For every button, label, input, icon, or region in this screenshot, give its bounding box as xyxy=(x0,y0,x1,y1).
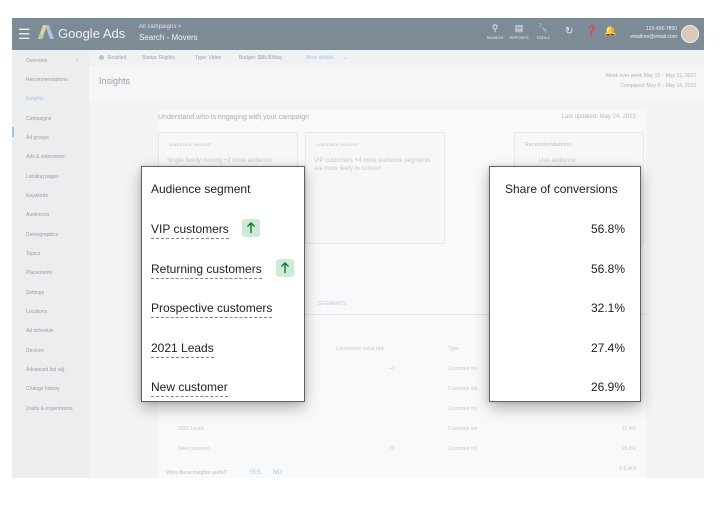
trend-up-badge xyxy=(276,259,294,277)
sidebar-item-advanced-bid-adj[interactable]: Advanced bid adj. xyxy=(26,367,66,373)
feedback-yes-button[interactable]: YES xyxy=(249,470,261,476)
pagination: 1-5 of 5 xyxy=(619,466,636,472)
insight-kicker: AUDIENCE INSIGHT xyxy=(169,142,212,147)
audience-segment-header: Audience segment xyxy=(151,182,251,196)
segment-returning-customers[interactable]: Returning customers xyxy=(151,262,262,279)
sidebar-item-locations[interactable]: Locations xyxy=(26,309,47,315)
home-icon: ⌂ xyxy=(76,57,80,63)
sidebar-item-demographics[interactable]: Demographics xyxy=(26,232,58,238)
sidebar-item-placements[interactable]: Placements xyxy=(26,270,52,276)
recommendations-title: Recommendations xyxy=(525,142,572,148)
sidebar-item-topics[interactable]: Topics xyxy=(26,251,40,257)
share-value: 27.4% xyxy=(590,341,625,355)
campaign-type: Type: Video xyxy=(195,55,222,61)
share-of-conversions-header: Share of conversions xyxy=(505,182,618,196)
arrow-up-icon xyxy=(247,222,255,233)
chevron-down-icon: ⌄ xyxy=(343,55,348,61)
sidebar-item-overview[interactable]: Overview xyxy=(26,58,47,64)
tab-segments[interactable]: SEGMENTS xyxy=(318,301,346,307)
last-updated: Last updated: May 24, 2022 xyxy=(561,114,636,120)
campaign-status: Enabled xyxy=(108,55,127,61)
column-header: Conversion value rate xyxy=(336,346,385,352)
section-title: Understand who is engaging with your cam… xyxy=(158,114,309,121)
help-icon[interactable]: ❓ xyxy=(585,26,597,37)
reports-icon: ▤ xyxy=(514,23,524,33)
page-header: Insights Week over week May 15 – May 21,… xyxy=(89,66,704,100)
sidebar-item-settings[interactable]: Settings xyxy=(26,290,44,296)
insight-text: VIP customers +4 more audience segments … xyxy=(314,158,431,172)
sidebar-item-landing-pages[interactable]: Landing pages xyxy=(26,174,59,180)
sidebar-item-keywords[interactable]: Keywords xyxy=(26,193,48,199)
audience-insight-card[interactable]: AUDIENCE INSIGHT VIP customers +4 more a… xyxy=(305,132,445,244)
campaign-status-bar: Enabled Status: Eligible Type: Video Bud… xyxy=(89,50,704,66)
sidebar-item-recommendations[interactable]: Recommendations xyxy=(26,77,68,83)
date-range: Week over week May 15 – May 21, 2022 xyxy=(605,73,696,79)
campaign-status-detail: Status: Eligible xyxy=(142,55,176,61)
breadcrumb-current[interactable]: Search - Movers xyxy=(139,33,198,42)
share-value: 26.9% xyxy=(590,380,625,394)
feedback-no-button[interactable]: NO xyxy=(273,470,282,476)
audience-segment-panel: Audience segment VIP customers Returning… xyxy=(141,166,305,402)
share-value: 56.8% xyxy=(590,222,625,236)
column-header: Type xyxy=(448,346,459,352)
sidebar-item-campaigns[interactable]: Campaigns xyxy=(26,116,51,122)
account-email: emailme@email.com xyxy=(630,34,677,40)
segment-vip-customers[interactable]: VIP customers xyxy=(151,222,229,239)
sidebar-item-devices[interactable]: Devices xyxy=(26,348,44,354)
page-title: Insights xyxy=(99,76,131,86)
share-value: 56.8% xyxy=(590,262,625,276)
insight-text: Single family moving +2 more audience xyxy=(167,158,272,164)
sidebar-item-ad-schedule[interactable]: Ad schedule xyxy=(26,328,54,334)
menu-icon[interactable]: ☰ xyxy=(18,26,31,43)
sidebar: Overview ⌂ Recommendations Insights Camp… xyxy=(12,50,89,478)
more-details-link[interactable]: More details xyxy=(306,55,333,61)
tools-icon: 🔧 xyxy=(537,23,549,33)
notifications-bell-icon[interactable]: 🔔 xyxy=(604,26,616,37)
insight-kicker: AUDIENCE INSIGHT xyxy=(316,142,359,147)
sidebar-item-drafts-experiments[interactable]: Drafts & experiments xyxy=(26,406,80,412)
tools-tool-button[interactable]: 🔧 TOOLS xyxy=(528,23,558,40)
sidebar-item-change-history[interactable]: Change history xyxy=(26,386,60,392)
account-id: 123-456-7890 xyxy=(645,26,677,32)
breadcrumb-parent[interactable]: All campaigns > xyxy=(139,24,182,30)
share-of-conversions-panel: Share of conversions 56.8% 56.8% 32.1% 2… xyxy=(489,166,641,402)
account-info[interactable]: 123-456-7890 emailme@email.com xyxy=(619,25,677,41)
segment-new-customer[interactable]: New customer xyxy=(151,380,228,397)
sidebar-item-ads-extensions[interactable]: Ads & extensions xyxy=(26,154,65,160)
recommendation-item: Use audience xyxy=(539,158,576,164)
segment-prospective-customers[interactable]: Prospective customers xyxy=(151,301,273,318)
sidebar-item-ad-groups[interactable]: Ad groups xyxy=(26,135,49,141)
sidebar-selection-indicator xyxy=(12,127,14,137)
segment-2021-leads[interactable]: 2021 Leads xyxy=(151,341,214,358)
share-value: 32.1% xyxy=(590,301,625,315)
top-app-bar: ☰ Google Ads All campaigns > Search - Mo… xyxy=(12,18,704,50)
brand-name: Google Ads xyxy=(58,26,126,41)
refresh-icon[interactable]: ↻ xyxy=(565,26,573,37)
avatar[interactable] xyxy=(681,25,699,43)
sidebar-item-audiences[interactable]: Audiences xyxy=(26,212,49,218)
compared-range: Compared: May 8 – May 14, 2022 xyxy=(620,83,696,89)
search-icon: ⚲ xyxy=(491,23,499,33)
trend-up-badge xyxy=(242,219,260,237)
sidebar-item-insights[interactable]: Insights xyxy=(26,96,43,102)
date-range-selector[interactable]: Week over week May 15 – May 21, 2022 Com… xyxy=(605,71,696,91)
campaign-budget: Budget: $88.00/day xyxy=(239,55,283,61)
google-ads-logo-icon xyxy=(38,25,54,39)
arrow-up-icon xyxy=(281,262,289,273)
status-dot-icon xyxy=(99,55,104,60)
feedback-question: Were these insights useful? xyxy=(166,470,228,476)
